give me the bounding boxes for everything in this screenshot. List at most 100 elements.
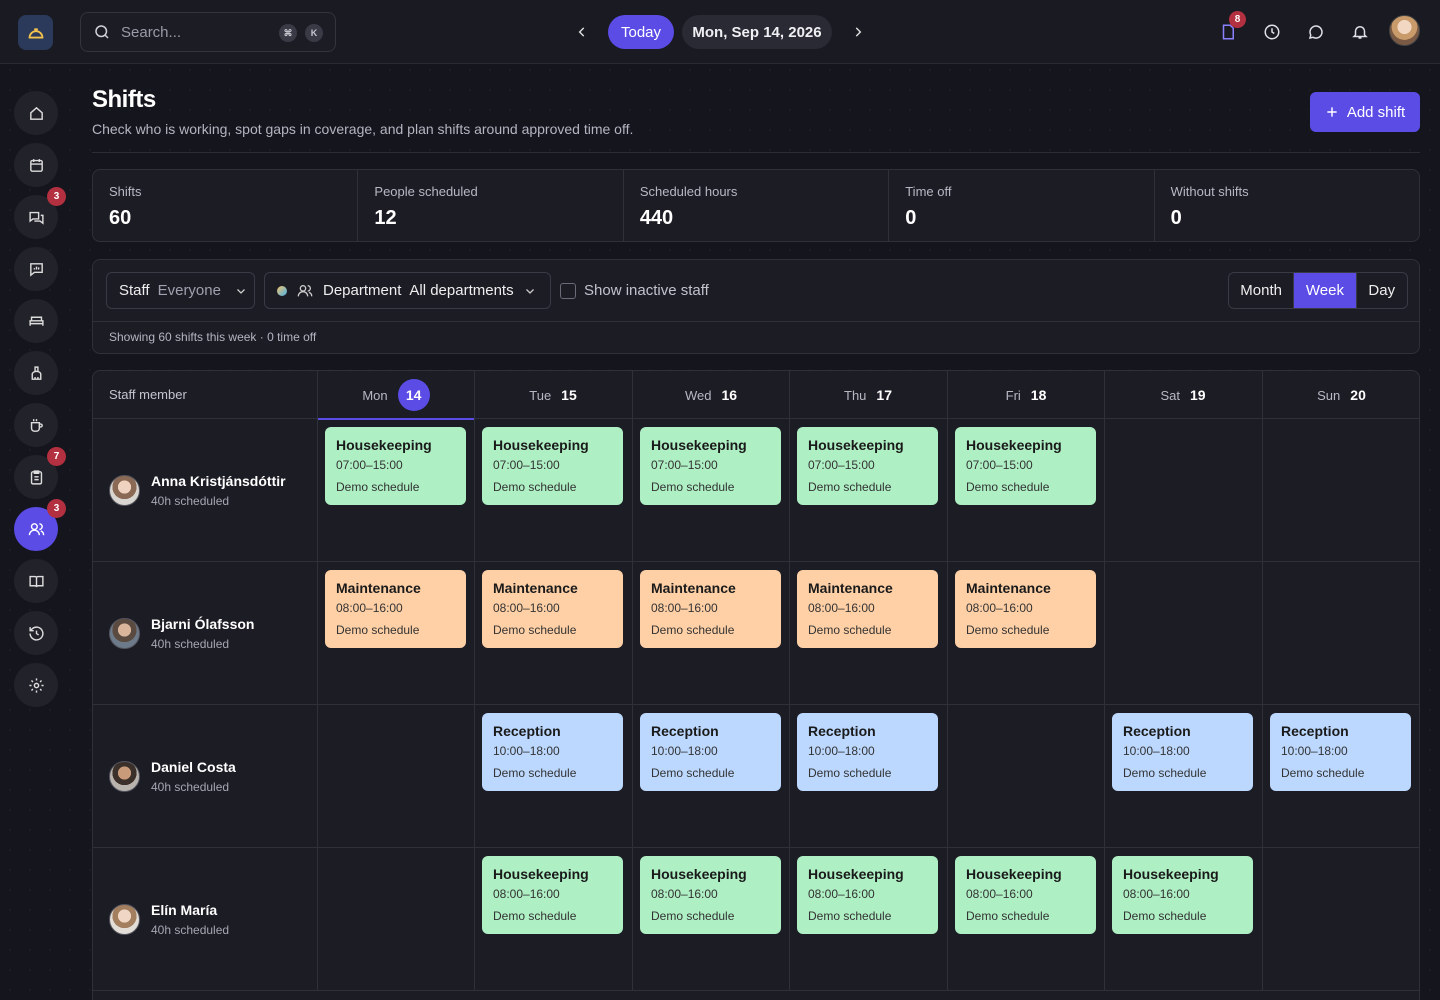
shift-time: 10:00–18:00 <box>1281 744 1348 758</box>
shift-card[interactable]: Maintenance 08:00–16:00 Demo schedule <box>955 570 1096 648</box>
sidebar-item-home[interactable] <box>14 91 58 135</box>
department-filter-dropdown[interactable]: Department All departments <box>264 272 551 309</box>
clipboard-icon <box>30 469 42 485</box>
sidebar-item-tasks[interactable]: 7 <box>14 447 66 499</box>
shift-time: 10:00–18:00 <box>808 744 875 758</box>
view-week-button[interactable]: Week <box>1294 273 1357 308</box>
column-divider <box>947 848 948 991</box>
shift-card[interactable]: Reception 10:00–18:00 Demo schedule <box>1270 713 1411 791</box>
sidebar-item-conversations[interactable]: 3 <box>14 187 66 239</box>
sidebar-item-services[interactable] <box>14 403 58 447</box>
notifications-button[interactable] <box>1349 21 1371 43</box>
conversations-badge: 3 <box>47 187 66 206</box>
shift-card[interactable]: Maintenance 08:00–16:00 Demo schedule <box>640 570 781 648</box>
staff-cell[interactable]: Elín María 40h scheduled <box>93 848 317 991</box>
department-color-dot-icon <box>277 285 287 296</box>
shift-card[interactable]: Housekeeping 08:00–16:00 Demo schedule <box>1112 856 1253 934</box>
shift-card[interactable]: Reception 10:00–18:00 Demo schedule <box>482 713 623 791</box>
staff-cell[interactable]: Anna Kristjánsdóttir 40h scheduled <box>93 419 317 562</box>
staff-hours: 40h scheduled <box>151 494 230 508</box>
staff-name: Daniel Costa <box>151 759 236 775</box>
prev-date-button[interactable] <box>572 22 592 42</box>
day-date: 19 <box>1189 387 1206 403</box>
shift-role: Reception <box>808 723 876 739</box>
sidebar-item-rooms[interactable] <box>14 299 58 343</box>
staff-cell[interactable]: Daniel Costa 40h scheduled <box>93 705 317 848</box>
shift-card[interactable]: Maintenance 08:00–16:00 Demo schedule <box>797 570 938 648</box>
shift-role: Maintenance <box>966 580 1051 596</box>
clock-button[interactable] <box>1261 21 1283 43</box>
shift-card[interactable]: Housekeeping 08:00–16:00 Demo schedule <box>482 856 623 934</box>
sidebar-item-guides[interactable] <box>14 559 58 603</box>
view-month-button[interactable]: Month <box>1229 273 1295 308</box>
sidebar-item-calendar[interactable] <box>14 143 58 187</box>
shift-note: Demo schedule <box>808 623 892 637</box>
shift-card[interactable]: Maintenance 08:00–16:00 Demo schedule <box>482 570 623 648</box>
shift-note: Demo schedule <box>651 480 735 494</box>
column-divider <box>632 419 633 562</box>
shortcut-k-key: K <box>305 24 323 42</box>
column-divider <box>1262 419 1263 562</box>
stat-value: 440 <box>639 207 674 229</box>
shift-card[interactable]: Maintenance 08:00–16:00 Demo schedule <box>325 570 466 648</box>
shift-card[interactable]: Housekeeping 08:00–16:00 Demo schedule <box>955 856 1096 934</box>
shift-card[interactable]: Reception 10:00–18:00 Demo schedule <box>640 713 781 791</box>
coffee-cup-icon <box>30 418 43 432</box>
day-name: Wed <box>684 387 712 403</box>
app-logo[interactable] <box>18 15 53 50</box>
stat-label: Without shifts <box>1170 184 1249 199</box>
staff-avatar <box>109 475 140 506</box>
filters-divider <box>93 321 1419 322</box>
plus-icon <box>1327 107 1337 117</box>
sidebar-item-history[interactable] <box>14 611 58 655</box>
day-header-mon[interactable]: Mon 14 <box>317 371 474 420</box>
shift-card[interactable]: Reception 10:00–18:00 Demo schedule <box>797 713 938 791</box>
chat-bubbles-icon <box>28 211 44 225</box>
search-bar[interactable]: Search... ⌘ K <box>80 12 336 52</box>
bed-icon <box>28 316 44 326</box>
staff-cell[interactable]: Bjarni Ólafsson 40h scheduled <box>93 562 317 705</box>
shift-card[interactable]: Housekeeping 07:00–15:00 Demo schedule <box>797 427 938 505</box>
day-header-wed[interactable]: Wed 16 <box>632 371 789 419</box>
shift-role: Maintenance <box>336 580 421 596</box>
day-header-thu[interactable]: Thu 17 <box>789 371 946 419</box>
message-square-icon <box>29 262 43 277</box>
day-header-sun[interactable]: Sun 20 <box>1262 371 1419 419</box>
chat-button[interactable] <box>1305 21 1327 43</box>
search-input[interactable]: Search... <box>121 24 181 41</box>
shift-card[interactable]: Housekeeping 07:00–15:00 Demo schedule <box>640 427 781 505</box>
sidebar-item-staff[interactable]: 3 <box>14 499 66 551</box>
shift-card[interactable]: Housekeeping 08:00–16:00 Demo schedule <box>640 856 781 934</box>
staff-filter-dropdown[interactable]: Staff Everyone <box>106 272 255 309</box>
staff-avatar <box>109 761 140 792</box>
today-button[interactable]: Today <box>608 15 674 49</box>
day-header-sat[interactable]: Sat 19 <box>1104 371 1261 419</box>
shift-card[interactable]: Housekeeping 08:00–16:00 Demo schedule <box>797 856 938 934</box>
show-inactive-checkbox[interactable] <box>560 283 576 299</box>
sidebar-item-messages[interactable] <box>14 247 58 291</box>
shift-card[interactable]: Housekeeping 07:00–15:00 Demo schedule <box>325 427 466 505</box>
column-divider <box>632 562 633 705</box>
current-date-picker[interactable]: Mon, Sep 14, 2026 <box>682 15 832 49</box>
day-header-fri[interactable]: Fri 18 <box>947 371 1104 419</box>
column-divider <box>1104 562 1105 705</box>
shift-card[interactable]: Reception 10:00–18:00 Demo schedule <box>1112 713 1253 791</box>
next-date-button[interactable] <box>848 22 868 42</box>
shift-card[interactable]: Housekeeping 07:00–15:00 Demo schedule <box>955 427 1096 505</box>
shift-card[interactable]: Housekeeping 07:00–15:00 Demo schedule <box>482 427 623 505</box>
staff-row: Bjarni Ólafsson 40h scheduled Maintenance 0… <box>93 562 1419 705</box>
add-shift-button[interactable]: Add shift <box>1310 92 1420 132</box>
show-inactive-label[interactable]: Show inactive staff <box>584 282 709 299</box>
shift-role: Housekeeping <box>651 866 747 882</box>
column-divider <box>1262 562 1263 705</box>
column-divider <box>317 419 318 562</box>
shift-note: Demo schedule <box>1123 766 1207 780</box>
day-header-tue[interactable]: Tue 15 <box>474 371 631 419</box>
shift-note: Demo schedule <box>336 480 420 494</box>
user-avatar[interactable] <box>1389 15 1420 46</box>
sidebar-item-settings[interactable] <box>14 663 58 707</box>
view-day-button[interactable]: Day <box>1357 273 1407 308</box>
documents-button[interactable]: 8 <box>1217 11 1246 43</box>
sidebar-item-housekeeping[interactable] <box>14 351 58 395</box>
staff-avatar <box>109 618 140 649</box>
